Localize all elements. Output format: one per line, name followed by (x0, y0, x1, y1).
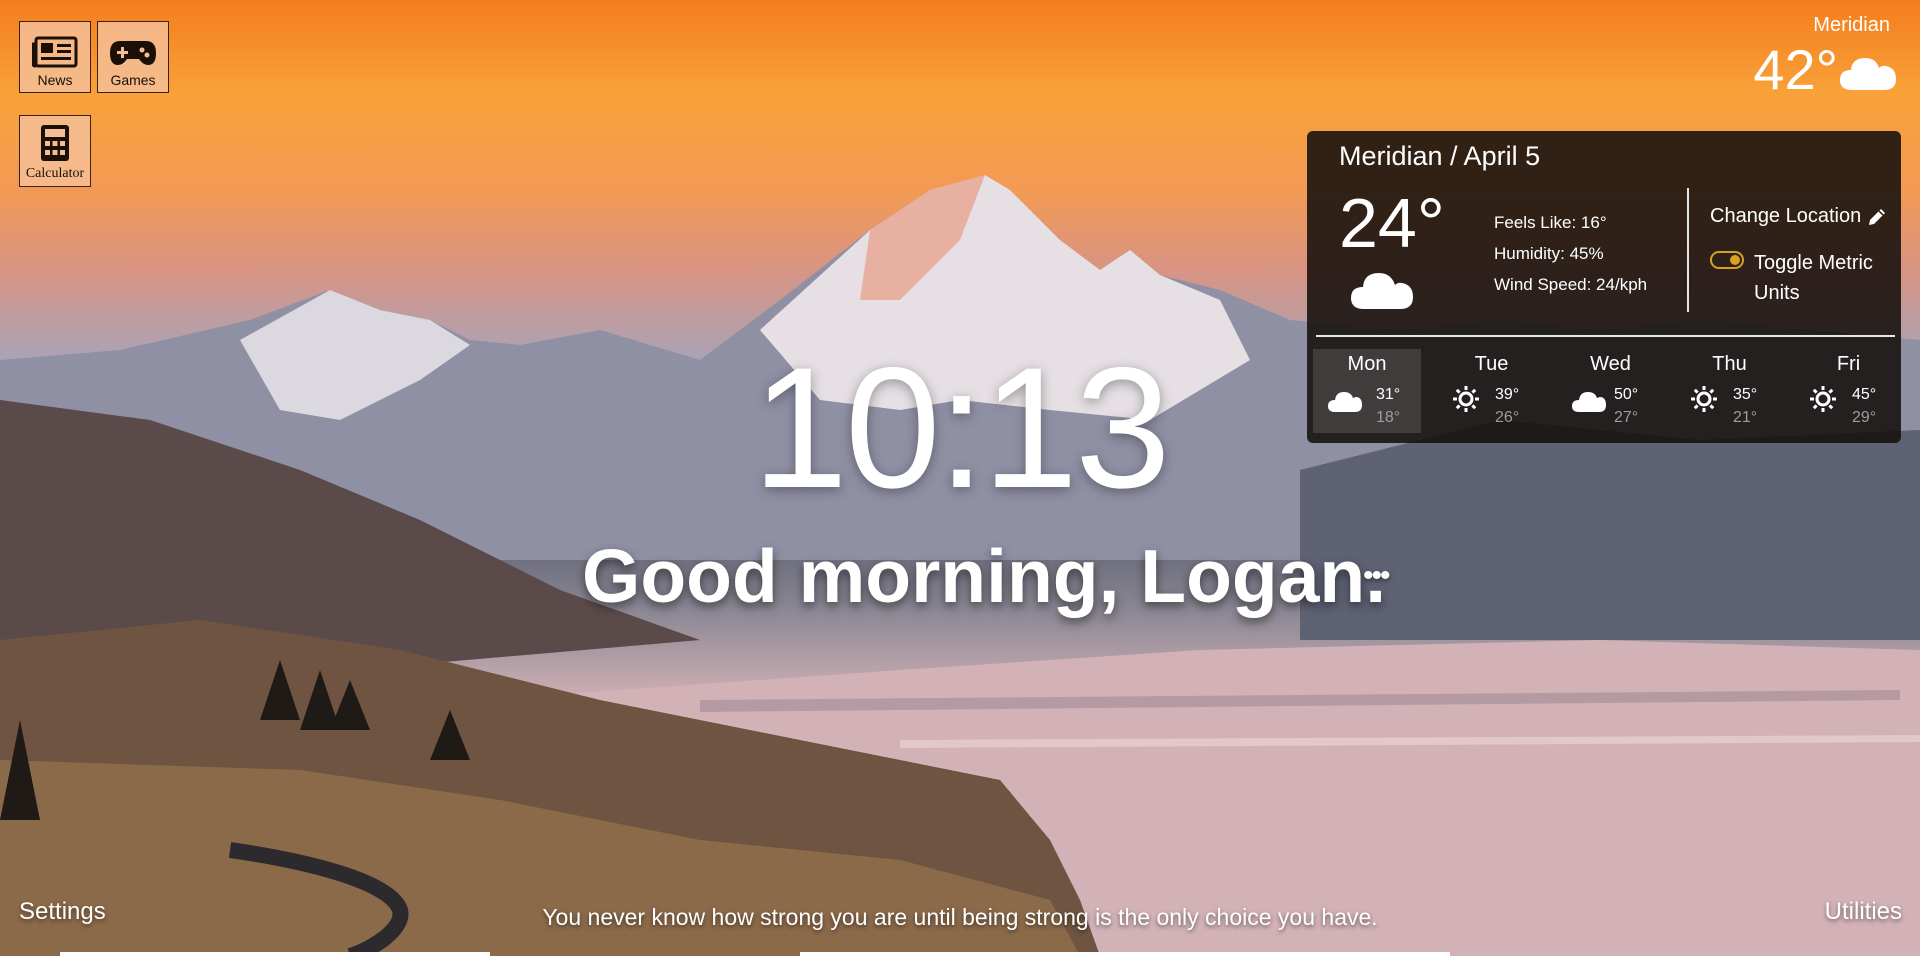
pencil-icon (1869, 208, 1886, 225)
shortcut-news-label: News (37, 72, 73, 88)
shortcut-games-label: Games (110, 72, 156, 88)
quote: You never know how strong you are until … (542, 904, 1378, 930)
weather-details: Feels Like: 16° Humidity: 45% Wind Speed… (1494, 207, 1647, 300)
gamepad-icon (110, 41, 156, 65)
top-weather-temp[interactable]: 42° (1753, 38, 1838, 102)
cloud-icon (1840, 58, 1896, 90)
wind-speed: Wind Speed: 24/kph (1494, 275, 1648, 294)
greeting: Good morning, Logan. (582, 534, 1387, 618)
vertical-divider (1687, 188, 1689, 312)
change-location-button[interactable]: Change Location (1710, 205, 1887, 228)
bottom-bar-left (60, 952, 490, 956)
humidity: Humidity: 45% (1494, 244, 1604, 263)
top-weather-city[interactable]: Meridian (1813, 14, 1890, 37)
clock: 10:13 (752, 332, 1170, 524)
feels-like: Feels Like: 16° (1494, 213, 1607, 232)
bottom-bar-center (800, 952, 1450, 956)
metric-units-switch[interactable] (1710, 251, 1744, 269)
shortcut-calculator[interactable]: Calculator (19, 115, 91, 187)
utilities-button[interactable]: Utilities (1825, 898, 1902, 926)
cloud-icon (1351, 273, 1413, 309)
shortcut-calculator-label: Calculator (25, 166, 85, 181)
weather-card-title: Meridian / April 5 (1339, 141, 1541, 171)
toggle-metric-units: Toggle Metric Units (1710, 248, 1894, 308)
shortcut-games[interactable]: Games (97, 21, 169, 93)
toggle-metric-units-label: Toggle Metric Units (1754, 252, 1873, 304)
more-options-button[interactable]: ••• (1363, 559, 1390, 593)
change-location-label: Change Location (1710, 205, 1862, 227)
weather-card-temp: 24° (1339, 184, 1445, 262)
newspaper-icon (32, 36, 78, 68)
calculator-icon (41, 125, 69, 161)
shortcut-news[interactable]: News (19, 21, 91, 93)
